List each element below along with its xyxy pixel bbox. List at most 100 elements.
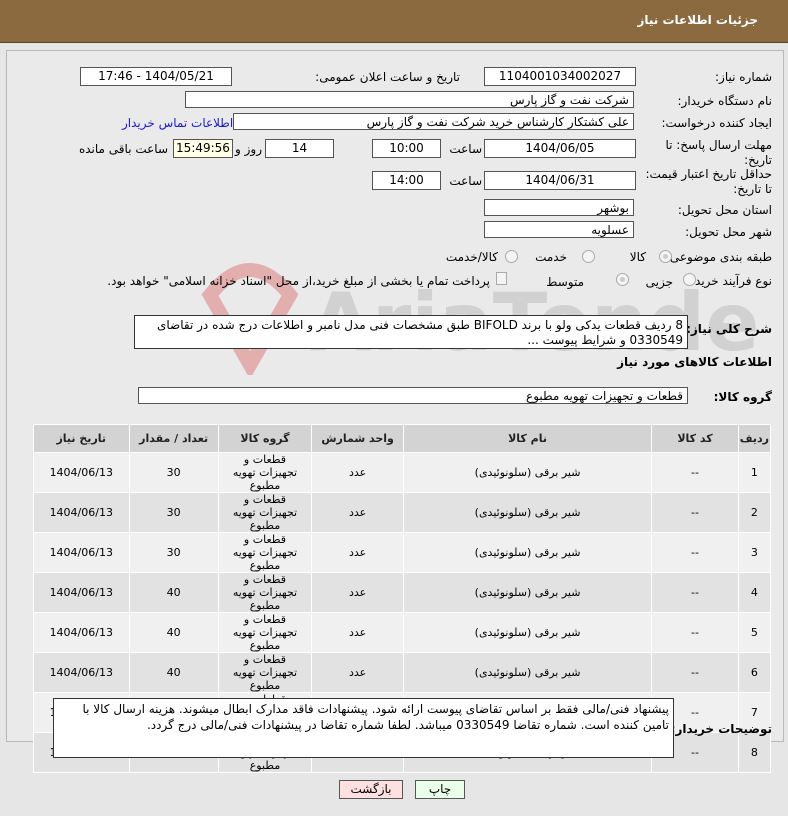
validity-time-label: ساعت — [449, 174, 482, 188]
notes-label: توضیحات خریدار: — [670, 722, 772, 736]
table-cell: قطعات و تجهیزات تهویه مطبوع — [217, 612, 313, 653]
table-cell: قطعات و تجهیزات تهویه مطبوع — [217, 452, 313, 493]
need-number-field: 1104001034002027 — [484, 67, 636, 86]
category-option-goods: کالا — [629, 250, 646, 264]
column-header: ردیف — [737, 424, 772, 453]
print-button[interactable]: چاپ — [415, 780, 465, 799]
payment-note: پرداخت تمام یا بخشی از مبلغ خرید،از محل … — [107, 274, 490, 288]
table-row: 3 -- شیر برقی (سلونوئیدی) عدد قطعات و تجهیزا… — [33, 532, 772, 573]
table-row: 2 -- شیر برقی (سلونوئیدی) عدد قطعات و تجهیزا… — [33, 492, 772, 533]
deadline-time-field: 10:00 — [372, 139, 441, 158]
deadline-time-label: ساعت — [449, 142, 482, 156]
table-cell: 1404/06/13 — [33, 532, 130, 573]
province-label: استان محل تحویل: — [677, 203, 772, 217]
table-cell: عدد — [311, 452, 404, 493]
column-header: کد کالا — [651, 424, 739, 453]
table-cell: شیر برقی (سلونوئیدی) — [402, 572, 653, 613]
remaining-label: ساعت باقی مانده — [78, 142, 168, 156]
days-label: روز و — [235, 142, 262, 156]
table-cell: 1404/06/13 — [33, 492, 130, 533]
process-option-minor: جزیی — [645, 275, 673, 289]
contact-buyer-link[interactable]: اطلاعات تماس خریدار — [122, 116, 233, 130]
column-header: نام کالا — [402, 424, 653, 453]
table-row: 5 -- شیر برقی (سلونوئیدی) عدد قطعات و تجهیزا… — [33, 612, 772, 653]
column-header: واحد شمارش — [311, 424, 404, 453]
buyer-field: شرکت نفت و گاز پارس — [185, 91, 634, 108]
creator-field: علی کشتکار کارشناس خرید شرکت نفت و گاز پ… — [233, 113, 634, 130]
city-field: عسلویه — [484, 221, 634, 238]
validity-label: حداقل تاریخ اعتبار قیمت: تا تاریخ: — [645, 167, 772, 196]
category-radio-both[interactable] — [505, 250, 518, 263]
category-option-both: کالا/خدمت — [445, 250, 498, 264]
table-cell: 5 — [737, 612, 772, 653]
table-cell: عدد — [311, 572, 404, 613]
table-cell: شیر برقی (سلونوئیدی) — [402, 612, 653, 653]
table-cell: شیر برقی (سلونوئیدی) — [402, 452, 653, 493]
table-cell: -- — [651, 612, 739, 653]
table-row: 6 -- شیر برقی (سلونوئیدی) عدد قطعات و تجهیزا… — [33, 652, 772, 693]
table-cell: -- — [651, 572, 739, 613]
buyer-label: نام دستگاه خریدار: — [677, 94, 773, 108]
table-cell: عدد — [311, 492, 404, 533]
description-textarea[interactable]: 8 ردیف قطعات یدکی ولو با برند BIFOLD طبق… — [134, 315, 688, 349]
column-header: تعداد / مقدار — [128, 424, 219, 453]
deadline-label: مهلت ارسال پاسخ: تا تاریخ: — [665, 138, 772, 167]
table-row: 1 -- شیر برقی (سلونوئیدی) عدد قطعات و تجهیزا… — [33, 452, 772, 493]
table-cell: 30 — [128, 452, 219, 493]
table-cell: 2 — [737, 492, 772, 533]
table-cell: -- — [651, 532, 739, 573]
table-cell: -- — [651, 652, 739, 693]
process-radio-minor[interactable] — [683, 273, 696, 286]
payment-checkbox[interactable] — [496, 272, 507, 285]
table-cell: 8 — [737, 732, 772, 773]
table-cell: عدد — [311, 532, 404, 573]
table-cell: -- — [651, 452, 739, 493]
table-cell: 1404/06/13 — [33, 572, 130, 613]
category-radio-service[interactable] — [582, 250, 595, 263]
process-label: نوع فرآیند خرید : — [687, 274, 772, 288]
table-cell: 4 — [737, 572, 772, 613]
process-radio-medium[interactable] — [616, 273, 629, 286]
creator-label: ایجاد کننده درخواست: — [661, 116, 772, 130]
days-field: 14 — [265, 139, 334, 158]
announce-field: 1404/05/21 - 17:46 — [80, 67, 232, 86]
table-cell: 40 — [128, 572, 219, 613]
table-cell: شیر برقی (سلونوئیدی) — [402, 492, 653, 533]
table-cell: 40 — [128, 652, 219, 693]
announce-label: تاریخ و ساعت اعلان عمومی: — [315, 70, 460, 84]
page-title: جزئیات اطلاعات نیاز — [637, 13, 758, 27]
back-button[interactable]: بازگشت — [339, 780, 403, 799]
table-cell: قطعات و تجهیزات تهویه مطبوع — [217, 652, 313, 693]
table-cell: 30 — [128, 492, 219, 533]
validity-time-field: 14:00 — [372, 171, 441, 190]
table-cell: -- — [651, 492, 739, 533]
province-field: بوشهر — [484, 199, 634, 216]
city-label: شهر محل تحویل: — [685, 225, 772, 239]
column-header: تاریخ نیاز — [33, 424, 130, 453]
table-cell: 3 — [737, 532, 772, 573]
goods-group-label: گروه کالا: — [713, 390, 772, 404]
table-cell: 40 — [128, 612, 219, 653]
table-row: 4 -- شیر برقی (سلونوئیدی) عدد قطعات و تجهیزا… — [33, 572, 772, 613]
table-cell: قطعات و تجهیزات تهویه مطبوع — [217, 492, 313, 533]
goods-section-title: اطلاعات کالاهای مورد نیاز — [617, 355, 772, 369]
notes-textarea[interactable]: پیشنهاد فنی/مالی فقط بر اساس تقاضای پیوس… — [53, 698, 674, 758]
category-label: طبقه بندی موضوعی: — [665, 250, 772, 264]
column-header: گروه کالا — [217, 424, 313, 453]
table-cell: شیر برقی (سلونوئیدی) — [402, 652, 653, 693]
validity-date-field: 1404/06/31 — [484, 171, 636, 190]
page-header: جزئیات اطلاعات نیاز — [0, 0, 788, 43]
table-cell: 1404/06/13 — [33, 452, 130, 493]
table-cell: شیر برقی (سلونوئیدی) — [402, 532, 653, 573]
table-cell: عدد — [311, 652, 404, 693]
table-cell: 30 — [128, 532, 219, 573]
goods-group-field: قطعات و تجهیزات تهویه مطبوع — [138, 387, 688, 404]
table-cell: عدد — [311, 612, 404, 653]
description-label: شرح کلی نیاز: — [686, 322, 772, 336]
table-cell: 1404/06/13 — [33, 652, 130, 693]
category-radio-goods[interactable] — [659, 250, 672, 263]
table-cell: قطعات و تجهیزات تهویه مطبوع — [217, 532, 313, 573]
deadline-date-field: 1404/06/05 — [484, 139, 636, 158]
table-cell: 6 — [737, 652, 772, 693]
table-cell: 1404/06/13 — [33, 612, 130, 653]
